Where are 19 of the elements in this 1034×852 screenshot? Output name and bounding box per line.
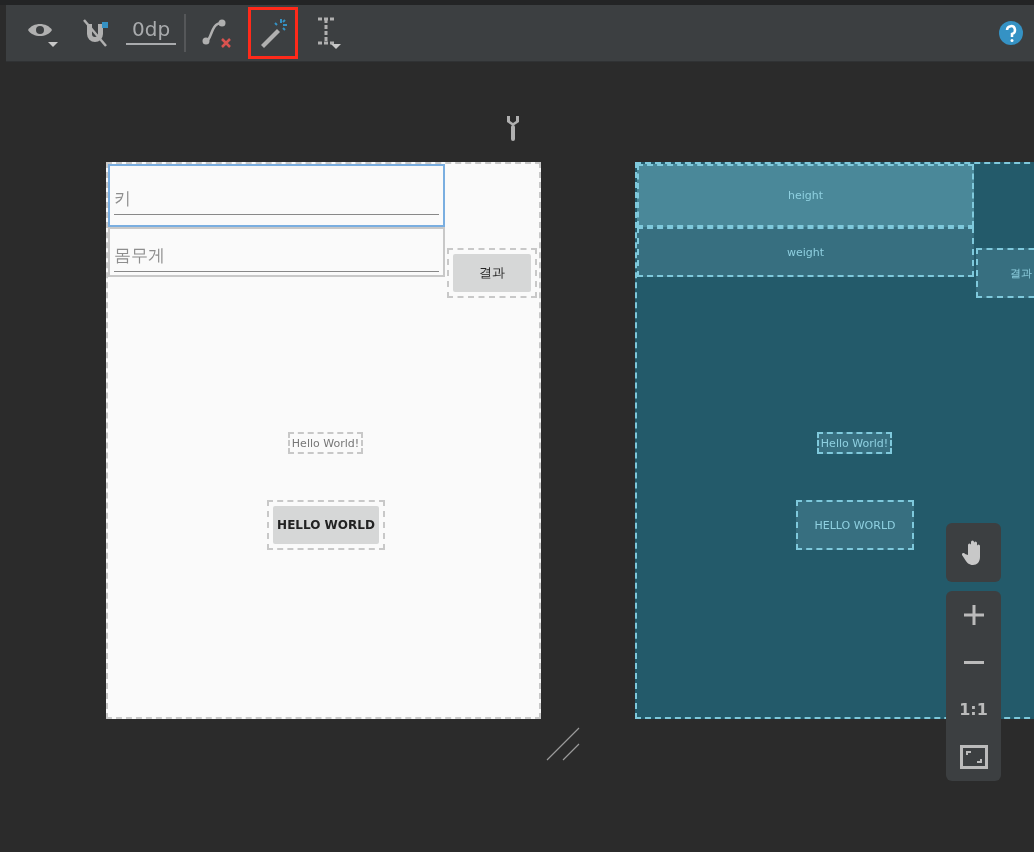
text-input-field[interactable]: 키 (108, 164, 445, 227)
infer-tool-button[interactable] (248, 7, 299, 59)
minus-icon (962, 660, 985, 664)
preview-button[interactable]: 결과 (453, 254, 531, 292)
resize-handle-icon[interactable] (545, 726, 581, 762)
margin-button[interactable]: 0dp (126, 21, 177, 45)
blueprint-widget[interactable]: height (637, 164, 974, 227)
fit-screen-icon (959, 745, 988, 770)
blueprint-widget[interactable]: HELLO WORLD (796, 500, 914, 550)
text-input-field[interactable]: 몸무게 (108, 227, 445, 277)
wrench-icon[interactable] (505, 114, 521, 142)
blueprint-widget[interactable]: Hello World! (817, 432, 892, 454)
blueprint-widget[interactable]: weight (637, 227, 974, 277)
magnet-off-icon (81, 18, 111, 48)
help-icon[interactable] (998, 20, 1024, 46)
plus-icon (962, 603, 985, 626)
blueprint-widget[interactable]: 결과 (976, 248, 1034, 298)
text-label: Hello World! (288, 432, 363, 454)
preview-button[interactable]: HELLO WORLD (273, 506, 379, 544)
